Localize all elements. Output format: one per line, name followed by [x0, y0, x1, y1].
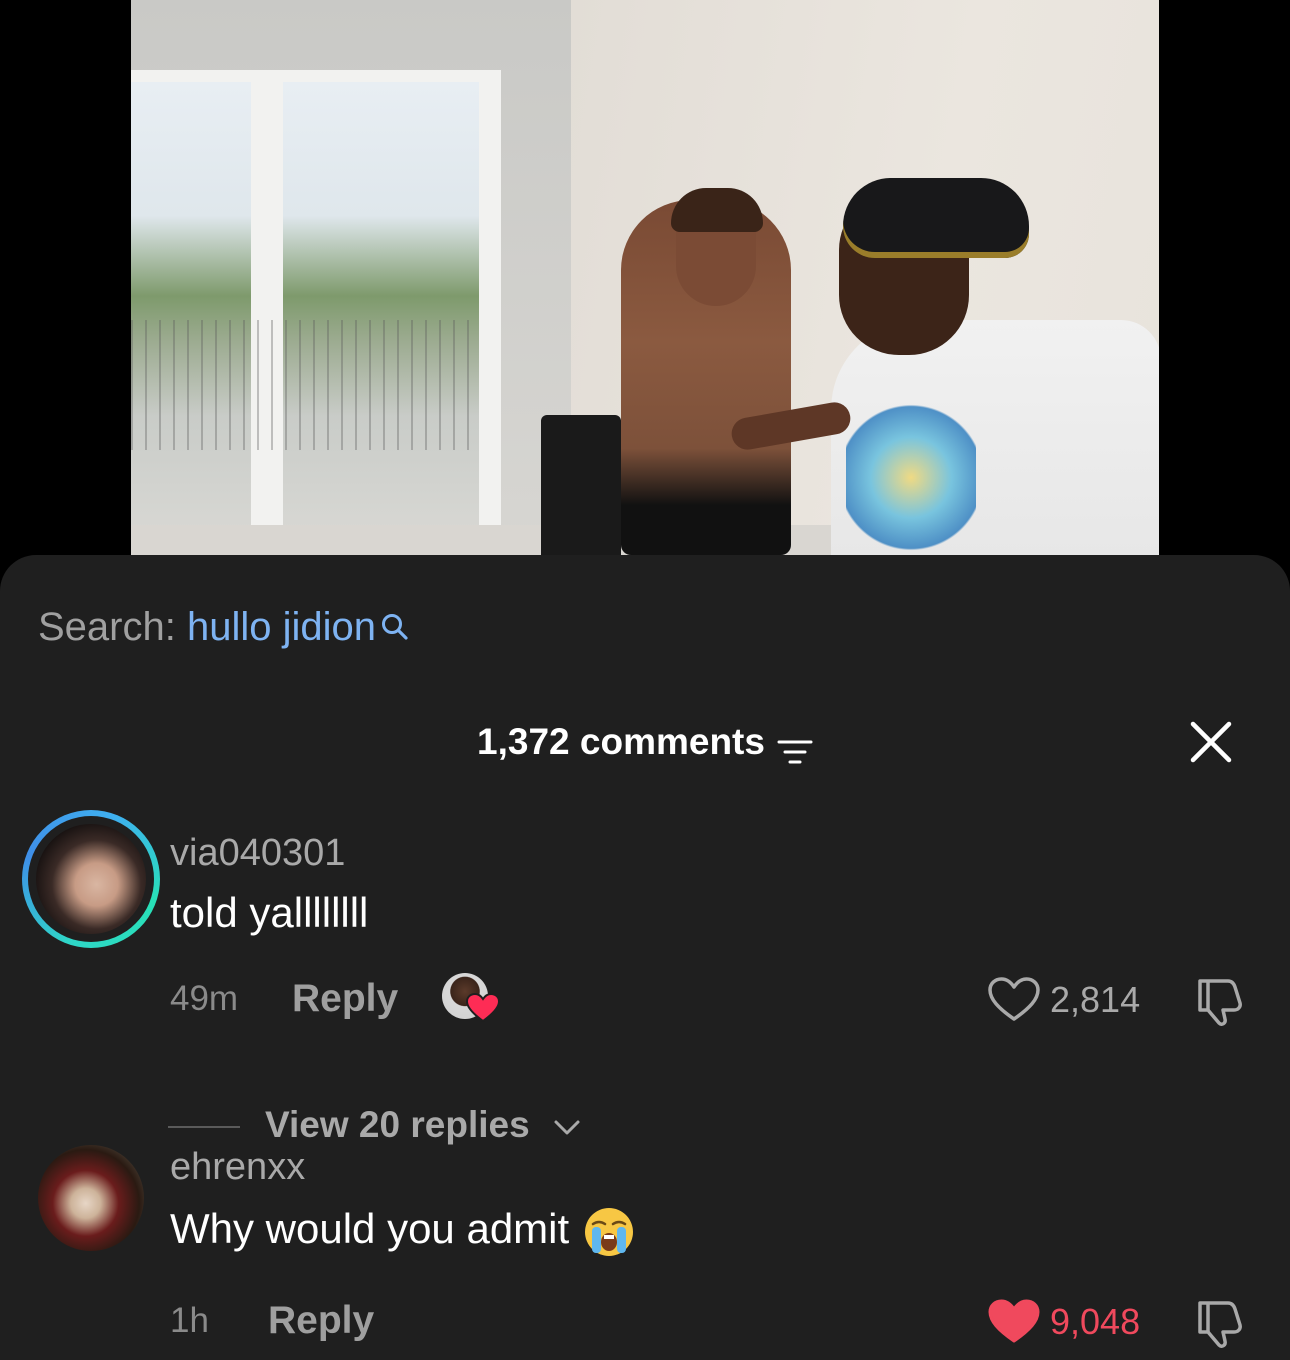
comment-username[interactable]: via040301 — [170, 831, 345, 875]
reply-button[interactable]: Reply — [268, 1299, 374, 1343]
comments-count-inner[interactable]: 1,372 comments — [477, 717, 813, 767]
avatar — [36, 824, 146, 934]
comments-header: 1,372 comments — [0, 717, 1290, 767]
comment-text: told yallllllll — [170, 889, 369, 936]
close-button[interactable] — [1188, 719, 1234, 765]
search-prefix: Search: — [38, 605, 187, 649]
heart-icon — [988, 1299, 1040, 1343]
like-count: 2,814 — [1050, 979, 1141, 1020]
view-replies-label: View 20 replies — [265, 1104, 530, 1145]
comments-count-wrap: 1,372 comments — [0, 717, 1290, 767]
heart-icon — [466, 993, 500, 1023]
view-replies-button[interactable]: View 20 replies — [168, 1101, 668, 1151]
comment-time: 49m — [170, 979, 239, 1018]
reply-button[interactable]: Reply — [292, 977, 398, 1021]
thumbs-down-icon[interactable] — [1190, 975, 1246, 1027]
comment-username[interactable]: ehrenxx — [170, 1145, 305, 1189]
comment-text-row: Why would you admit — [170, 1203, 635, 1258]
comment-meta: 1h Reply 9,048 — [0, 1293, 1290, 1349]
close-icon — [1190, 721, 1232, 763]
crying-face-emoji — [583, 1206, 635, 1258]
window-glass-left — [131, 82, 251, 528]
video-window — [131, 70, 501, 540]
creator-liked-badge — [442, 973, 502, 1025]
comments-sheet: Search: hullo jidion 1,372 comments via0… — [0, 555, 1290, 1360]
window-glass-right — [283, 82, 479, 528]
video-shirt-print — [846, 400, 976, 555]
filter-icon[interactable] — [777, 729, 813, 764]
comment-text: Why would you admit — [170, 1205, 570, 1252]
search-suggestion[interactable]: Search: hullo jidion — [38, 603, 410, 651]
video-person-right-durag — [843, 178, 1029, 258]
avatar[interactable] — [38, 1145, 144, 1251]
video-player[interactable] — [131, 0, 1159, 555]
screen: Search: hullo jidion 1,372 comments via0… — [0, 0, 1290, 1360]
search-icon[interactable] — [380, 605, 410, 640]
comment-meta: 49m Reply 2,814 — [0, 971, 1290, 1027]
video-chair — [541, 415, 621, 555]
chevron-down-icon — [554, 1120, 580, 1135]
comment-time: 1h — [170, 1301, 209, 1340]
comments-count: 1,372 comments — [477, 721, 765, 762]
balcony-railing — [131, 320, 479, 450]
thumbs-down-icon[interactable] — [1190, 1297, 1246, 1349]
search-query[interactable]: hullo jidion — [187, 605, 376, 649]
replies-divider — [168, 1126, 240, 1128]
video-person-left-hair — [671, 188, 763, 232]
like-count: 9,048 — [1050, 1301, 1141, 1342]
avatar-story-ring[interactable] — [22, 810, 160, 948]
heart-icon — [988, 977, 1040, 1021]
